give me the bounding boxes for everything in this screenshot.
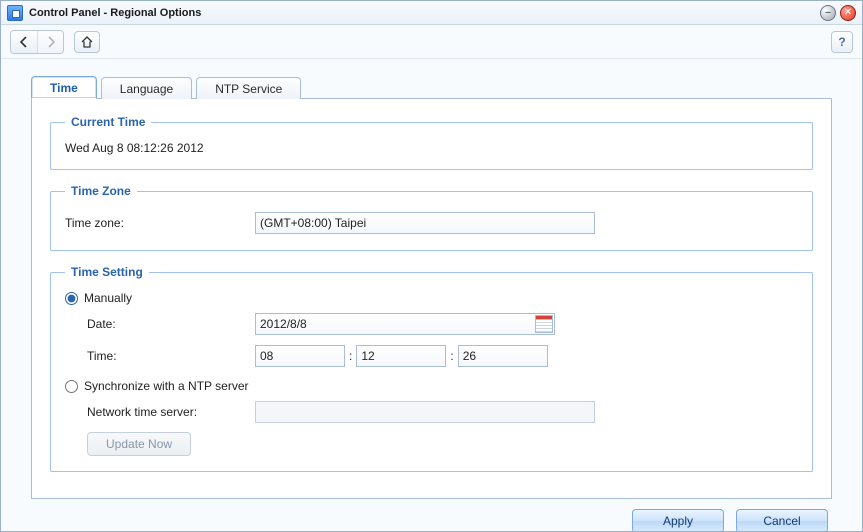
content: Time Language NTP Service Current Time W… — [1, 59, 862, 531]
update-now-button[interactable]: Update Now — [87, 432, 191, 456]
select-hour[interactable]: 08 — [255, 345, 345, 367]
label-manually: Manually — [84, 291, 132, 305]
arrow-right-icon — [45, 36, 57, 48]
time-sep-2: : — [446, 349, 457, 363]
forward-button[interactable] — [37, 31, 63, 53]
select-time-zone[interactable]: (GMT+08:00) Taipei — [255, 212, 595, 234]
button-row: Apply Cancel — [31, 499, 832, 531]
radio-ntp[interactable] — [65, 380, 78, 393]
fieldset-time-zone: Time Zone Time zone: (GMT+08:00) Taipei — [50, 184, 813, 251]
fieldset-time-setting: Time Setting Manually Date: Time: 08 : — [50, 265, 813, 472]
tab-ntp-service[interactable]: NTP Service — [196, 77, 301, 99]
tab-time[interactable]: Time — [31, 76, 97, 99]
tabs: Time Language NTP Service — [31, 75, 832, 99]
arrow-left-icon — [18, 36, 30, 48]
current-time-value: Wed Aug 8 08:12:26 2012 — [65, 141, 798, 155]
label-time: Time: — [87, 349, 255, 363]
radio-manually[interactable] — [65, 292, 78, 305]
titlebar: Control Panel - Regional Options – ✕ — [1, 1, 862, 25]
toolbar: ? — [1, 25, 862, 59]
window-title: Control Panel - Regional Options — [29, 7, 201, 19]
legend-time-zone: Time Zone — [65, 184, 137, 198]
home-icon — [80, 35, 94, 49]
select-second[interactable]: 26 — [458, 345, 548, 367]
cancel-button[interactable]: Cancel — [736, 509, 828, 531]
window-controls: – ✕ — [820, 5, 856, 21]
home-button[interactable] — [74, 31, 100, 53]
label-date: Date: — [87, 317, 255, 331]
back-button[interactable] — [11, 31, 37, 53]
select-minute[interactable]: 12 — [356, 345, 446, 367]
fieldset-current-time: Current Time Wed Aug 8 08:12:26 2012 — [50, 115, 813, 170]
close-button[interactable]: ✕ — [840, 5, 856, 21]
calendar-icon[interactable] — [535, 315, 553, 333]
legend-time-setting: Time Setting — [65, 265, 149, 279]
nav-group — [10, 30, 64, 54]
tab-sheet-time: Current Time Wed Aug 8 08:12:26 2012 Tim… — [31, 99, 832, 499]
select-ntp-server[interactable] — [255, 401, 595, 423]
input-date[interactable] — [255, 313, 555, 335]
time-sep-1: : — [345, 349, 356, 363]
minimize-button[interactable]: – — [820, 5, 836, 21]
label-ntp-server: Network time server: — [87, 405, 255, 419]
label-time-zone: Time zone: — [65, 216, 255, 230]
tab-language[interactable]: Language — [101, 77, 192, 99]
legend-current-time: Current Time — [65, 115, 151, 129]
label-ntp: Synchronize with a NTP server — [84, 379, 249, 393]
window: Control Panel - Regional Options – ✕ ? T… — [0, 0, 863, 532]
apply-button[interactable]: Apply — [632, 509, 724, 531]
help-button[interactable]: ? — [831, 31, 853, 53]
app-icon — [7, 5, 23, 21]
